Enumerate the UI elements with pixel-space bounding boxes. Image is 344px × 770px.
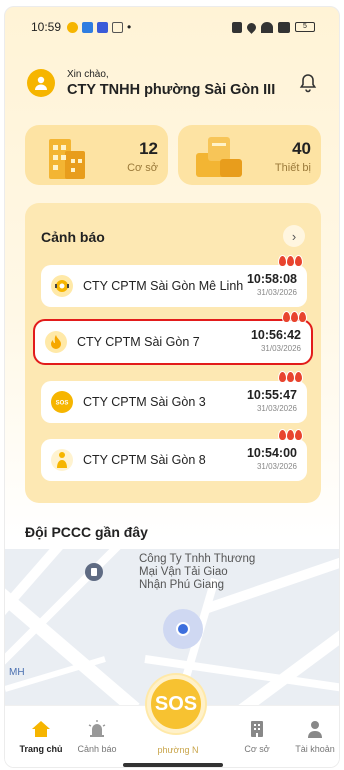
business-pin-icon[interactable]: [85, 563, 103, 581]
status-bar: 10:59 • 5: [5, 7, 339, 47]
sos-icon: SOS: [51, 391, 73, 413]
alert-date: 31/03/2026: [256, 404, 297, 413]
avatar[interactable]: [27, 69, 55, 97]
home-icon: [32, 721, 50, 737]
user-icon: [308, 721, 322, 738]
alert-company-name: CTY CPTM Sài Gòn 7: [77, 335, 200, 349]
nav-facilities-label: Cơ sở: [244, 744, 270, 754]
alert-item[interactable]: SOS CTY CPTM Sài Gòn 3 10:55:47 31/03/20…: [41, 371, 307, 423]
chevron-right-icon: ›: [291, 228, 297, 244]
facility-label: Cơ sở: [127, 162, 158, 174]
nearby-fire-teams-title: Đội PCCC gần đây: [25, 524, 148, 540]
battery-icon: 5: [295, 22, 315, 32]
device-count: 40: [292, 139, 311, 158]
bell-icon[interactable]: [297, 72, 319, 94]
siren-icon: [88, 720, 106, 737]
device-box-icon: [196, 137, 242, 177]
app-header: Xin chào, CTY TNHH phường Sài Gòn III: [27, 61, 319, 105]
map-place-label: Công Ty Tnhh Thương Mại Vận Tải Giao Nhậ…: [139, 553, 255, 592]
flame-icon: [45, 331, 67, 353]
nav-account-label: Tài khoản: [295, 744, 335, 754]
device-count-card[interactable]: 40 Thiết bị: [178, 125, 321, 185]
screen-cast-icon: [278, 21, 290, 33]
alert-date: 31/03/2026: [256, 462, 297, 471]
alert-timestamp: 10:58:08 31/03/2026: [247, 272, 297, 297]
app-screen: 10:59 • 5 Xin chào, CTY TNHH phường Sài …: [4, 6, 340, 768]
user-icon: [35, 76, 47, 90]
alerts-title: Cảnh báo: [41, 229, 105, 245]
person-icon: [51, 449, 73, 471]
company-name: CTY TNHH phường Sài Gòn III: [67, 81, 276, 98]
fire-level-icon: [282, 311, 307, 323]
svg-text:SOS: SOS: [56, 401, 69, 407]
alert-time: 10:58:08: [246, 272, 297, 286]
place-line: Mại Vận Tải Giao: [139, 566, 228, 578]
status-time: 10:59: [31, 20, 62, 34]
current-location-icon: [163, 609, 203, 649]
greeting-block: Xin chào, CTY TNHH phường Sài Gòn III: [67, 69, 275, 98]
building-icon: [251, 721, 263, 737]
notification-icon: [67, 21, 79, 33]
alert-item-selected[interactable]: CTY CPTM Sài Gòn 7 10:56:42 31/03/2026: [33, 311, 313, 365]
mail-icon: [112, 21, 124, 33]
system-home-indicator[interactable]: [123, 763, 223, 767]
alert-company-name: CTY CPTM Sài Gòn Mê Linh: [83, 279, 244, 293]
fire-level-icon: [278, 255, 303, 267]
alarm-bell-icon: [51, 275, 73, 297]
map-edge-label: MH: [9, 667, 25, 678]
wifi-icon: [261, 21, 273, 33]
alert-item[interactable]: CTY CPTM Sài Gòn Mê Linh 10:58:08 31/03/…: [41, 255, 307, 307]
app-notification-icon: [82, 21, 94, 33]
vibrate-icon: [232, 21, 242, 33]
alert-company-name: CTY CPTM Sài Gòn 3: [83, 395, 206, 409]
nav-account[interactable]: Tài khoản: [285, 720, 339, 754]
nav-home[interactable]: Trang chủ: [11, 720, 71, 754]
nav-home-label: Trang chủ: [19, 744, 63, 754]
nav-alerts[interactable]: Cảnh báo: [67, 720, 127, 754]
stats-cards: 12 Cơ sở 40 Thiết bị: [25, 125, 321, 185]
device-label: Thiết bị: [274, 162, 311, 174]
alerts-panel: Cảnh báo › CTY CPTM Sài Gòn Mê Linh 10:5…: [25, 203, 321, 503]
place-line: Nhận Phú Giang: [139, 579, 225, 591]
facility-count: 12: [139, 139, 158, 158]
alert-date: 31/03/2026: [260, 344, 301, 353]
place-line: Công Ty Tnhh Thương: [139, 553, 256, 565]
alert-timestamp: 10:56:42 31/03/2026: [251, 328, 301, 353]
alert-timestamp: 10:55:47 31/03/2026: [247, 388, 297, 413]
sos-button[interactable]: SOS: [147, 675, 205, 733]
building-icon: [49, 139, 85, 179]
alert-time: 10:56:42: [250, 328, 301, 342]
more-notifications-dot: •: [127, 20, 132, 34]
nav-alerts-label: Cảnh báo: [77, 744, 117, 754]
sos-location-label: phường N: [157, 745, 199, 755]
alerts-more-button[interactable]: ›: [283, 225, 305, 247]
location-icon: [245, 20, 258, 34]
greeting-text: Xin chào,: [67, 68, 109, 80]
nav-facilities[interactable]: Cơ sở: [227, 720, 287, 754]
alert-date: 31/03/2026: [256, 288, 297, 297]
alert-company-name: CTY CPTM Sài Gòn 8: [83, 453, 206, 467]
fire-level-icon: [278, 429, 303, 441]
alert-time: 10:55:47: [246, 388, 297, 402]
alert-item[interactable]: CTY CPTM Sài Gòn 8 10:54:00 31/03/2026: [41, 429, 307, 481]
alert-timestamp: 10:54:00 31/03/2026: [247, 446, 297, 471]
app-notification-icon: [97, 21, 109, 33]
sos-label: SOS: [154, 692, 198, 715]
facility-count-card[interactable]: 12 Cơ sở: [25, 125, 168, 185]
alert-time: 10:54:00: [246, 446, 297, 460]
fire-level-icon: [278, 371, 303, 383]
